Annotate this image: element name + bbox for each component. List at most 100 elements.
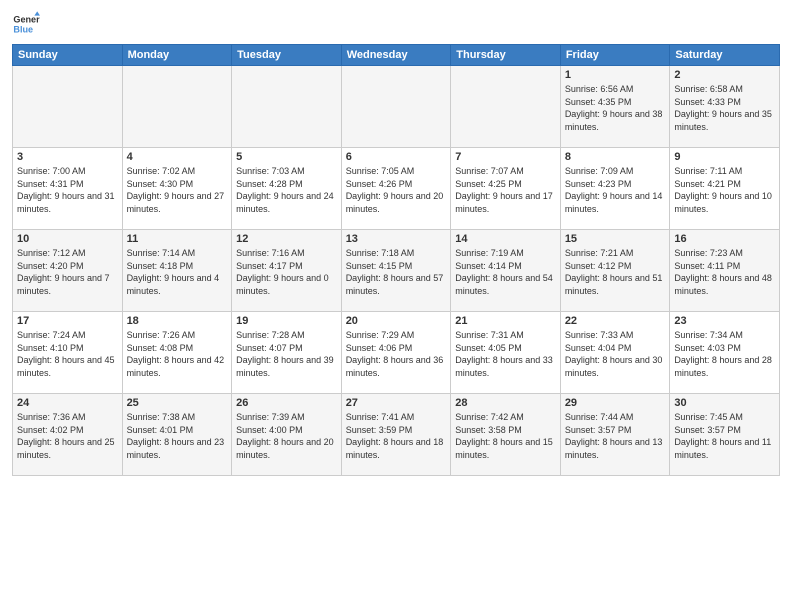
day-number: 7 — [455, 151, 556, 163]
day-number: 10 — [17, 233, 118, 245]
day-info: Sunrise: 7:12 AM Sunset: 4:20 PM Dayligh… — [17, 247, 118, 297]
day-info: Sunrise: 7:14 AM Sunset: 4:18 PM Dayligh… — [127, 247, 228, 297]
calendar-cell: 28 Sunrise: 7:42 AM Sunset: 3:58 PM Dayli… — [451, 394, 561, 476]
day-info: Sunrise: 7:33 AM Sunset: 4:04 PM Dayligh… — [565, 329, 666, 379]
calendar-cell: 12 Sunrise: 7:16 AM Sunset: 4:17 PM Dayli… — [232, 230, 342, 312]
day-info: Sunrise: 7:39 AM Sunset: 4:00 PM Dayligh… — [236, 411, 337, 461]
day-info: Sunrise: 7:18 AM Sunset: 4:15 PM Dayligh… — [346, 247, 447, 297]
weekday-header-saturday: Saturday — [670, 45, 780, 66]
weekday-header-thursday: Thursday — [451, 45, 561, 66]
calendar-cell: 14Sunrise: 7:19 AM Sunset: 4:14 PM Dayli… — [451, 230, 561, 312]
calendar-table: SundayMondayTuesdayWednesdayThursdayFrid… — [12, 44, 780, 476]
day-info: Sunrise: 7:05 AM Sunset: 4:26 PM Dayligh… — [346, 165, 447, 215]
calendar-cell: 5 Sunrise: 7:03 AM Sunset: 4:28 PM Daylig… — [232, 148, 342, 230]
day-info: Sunrise: 7:07 AM Sunset: 4:25 PM Dayligh… — [455, 165, 556, 215]
calendar-cell: 22 Sunrise: 7:33 AM Sunset: 4:04 PM Dayli… — [560, 312, 670, 394]
weekday-header-friday: Friday — [560, 45, 670, 66]
calendar-cell: 8 Sunrise: 7:09 AM Sunset: 4:23 PM Daylig… — [560, 148, 670, 230]
day-info: Sunrise: 7:34 AM Sunset: 4:03 PM Dayligh… — [674, 329, 775, 379]
day-info: Sunrise: 7:36 AM Sunset: 4:02 PM Dayligh… — [17, 411, 118, 461]
calendar-cell: 4 Sunrise: 7:02 AM Sunset: 4:30 PM Daylig… — [122, 148, 232, 230]
day-info: Sunrise: 7:24 AM Sunset: 4:10 PM Dayligh… — [17, 329, 118, 379]
day-info: Sunrise: 6:58 AM Sunset: 4:33 PM Dayligh… — [674, 83, 775, 133]
calendar-cell: 19 Sunrise: 7:28 AM Sunset: 4:07 PM Dayli… — [232, 312, 342, 394]
day-number: 9 — [674, 151, 775, 163]
day-number: 29 — [565, 397, 666, 409]
calendar-cell: 25Sunrise: 7:38 AM Sunset: 4:01 PM Dayli… — [122, 394, 232, 476]
day-number: 14 — [455, 233, 556, 245]
weekday-header-monday: Monday — [122, 45, 232, 66]
calendar-cell: 27Sunrise: 7:41 AM Sunset: 3:59 PM Dayli… — [341, 394, 451, 476]
day-number: 22 — [565, 315, 666, 327]
calendar-cell: 6 Sunrise: 7:05 AM Sunset: 4:26 PM Daylig… — [341, 148, 451, 230]
day-info: Sunrise: 7:00 AM Sunset: 4:31 PM Dayligh… — [17, 165, 118, 215]
day-info: Sunrise: 7:21 AM Sunset: 4:12 PM Dayligh… — [565, 247, 666, 297]
svg-text:Blue: Blue — [13, 24, 33, 34]
calendar-cell: 16Sunrise: 7:23 AM Sunset: 4:11 PM Dayli… — [670, 230, 780, 312]
calendar-header-row: SundayMondayTuesdayWednesdayThursdayFrid… — [13, 45, 780, 66]
day-number: 20 — [346, 315, 447, 327]
header: General Blue — [12, 10, 780, 38]
day-number: 26 — [236, 397, 337, 409]
calendar-cell: 17 Sunrise: 7:24 AM Sunset: 4:10 PM Dayli… — [13, 312, 123, 394]
day-number: 11 — [127, 233, 228, 245]
calendar-cell: 29 Sunrise: 7:44 AM Sunset: 3:57 PM Dayli… — [560, 394, 670, 476]
day-info: Sunrise: 6:56 AM Sunset: 4:35 PM Dayligh… — [565, 83, 666, 133]
calendar-cell: 2Sunrise: 6:58 AM Sunset: 4:33 PM Daylig… — [670, 66, 780, 148]
calendar-week-row: 10 Sunrise: 7:12 AM Sunset: 4:20 PM Dayli… — [13, 230, 780, 312]
day-number: 13 — [346, 233, 447, 245]
day-number: 19 — [236, 315, 337, 327]
day-info: Sunrise: 7:28 AM Sunset: 4:07 PM Dayligh… — [236, 329, 337, 379]
calendar-week-row: 1 Sunrise: 6:56 AM Sunset: 4:35 PM Daylig… — [13, 66, 780, 148]
day-number: 1 — [565, 69, 666, 81]
calendar-cell: 24 Sunrise: 7:36 AM Sunset: 4:02 PM Dayli… — [13, 394, 123, 476]
calendar-week-row: 17 Sunrise: 7:24 AM Sunset: 4:10 PM Dayli… — [13, 312, 780, 394]
calendar-cell — [122, 66, 232, 148]
calendar-week-row: 3 Sunrise: 7:00 AM Sunset: 4:31 PM Daylig… — [13, 148, 780, 230]
calendar-cell: 20 Sunrise: 7:29 AM Sunset: 4:06 PM Dayli… — [341, 312, 451, 394]
calendar-cell — [341, 66, 451, 148]
logo: General Blue — [12, 10, 40, 38]
day-info: Sunrise: 7:45 AM Sunset: 3:57 PM Dayligh… — [674, 411, 775, 461]
day-number: 6 — [346, 151, 447, 163]
day-number: 4 — [127, 151, 228, 163]
day-info: Sunrise: 7:44 AM Sunset: 3:57 PM Dayligh… — [565, 411, 666, 461]
day-number: 3 — [17, 151, 118, 163]
day-info: Sunrise: 7:02 AM Sunset: 4:30 PM Dayligh… — [127, 165, 228, 215]
day-number: 28 — [455, 397, 556, 409]
day-number: 25 — [127, 397, 228, 409]
calendar-cell — [232, 66, 342, 148]
calendar-cell — [13, 66, 123, 148]
day-number: 18 — [127, 315, 228, 327]
day-number: 23 — [674, 315, 775, 327]
calendar-cell: 21Sunrise: 7:31 AM Sunset: 4:05 PM Dayli… — [451, 312, 561, 394]
weekday-header-wednesday: Wednesday — [341, 45, 451, 66]
calendar-cell: 10 Sunrise: 7:12 AM Sunset: 4:20 PM Dayli… — [13, 230, 123, 312]
day-number: 30 — [674, 397, 775, 409]
day-number: 16 — [674, 233, 775, 245]
calendar-cell: 3 Sunrise: 7:00 AM Sunset: 4:31 PM Daylig… — [13, 148, 123, 230]
day-info: Sunrise: 7:09 AM Sunset: 4:23 PM Dayligh… — [565, 165, 666, 215]
day-number: 15 — [565, 233, 666, 245]
page-container: General Blue SundayMondayTuesdayWednesda… — [0, 0, 792, 612]
day-info: Sunrise: 7:03 AM Sunset: 4:28 PM Dayligh… — [236, 165, 337, 215]
logo-icon: General Blue — [12, 10, 40, 38]
day-number: 24 — [17, 397, 118, 409]
day-info: Sunrise: 7:29 AM Sunset: 4:06 PM Dayligh… — [346, 329, 447, 379]
day-number: 27 — [346, 397, 447, 409]
calendar-cell: 18 Sunrise: 7:26 AM Sunset: 4:08 PM Dayli… — [122, 312, 232, 394]
day-number: 8 — [565, 151, 666, 163]
day-number: 17 — [17, 315, 118, 327]
day-info: Sunrise: 7:26 AM Sunset: 4:08 PM Dayligh… — [127, 329, 228, 379]
calendar-cell: 30 Sunrise: 7:45 AM Sunset: 3:57 PM Dayli… — [670, 394, 780, 476]
calendar-cell: 1 Sunrise: 6:56 AM Sunset: 4:35 PM Daylig… — [560, 66, 670, 148]
day-info: Sunrise: 7:11 AM Sunset: 4:21 PM Dayligh… — [674, 165, 775, 215]
calendar-cell: 7 Sunrise: 7:07 AM Sunset: 4:25 PM Daylig… — [451, 148, 561, 230]
day-info: Sunrise: 7:16 AM Sunset: 4:17 PM Dayligh… — [236, 247, 337, 297]
calendar-cell: 26 Sunrise: 7:39 AM Sunset: 4:00 PM Dayli… — [232, 394, 342, 476]
calendar-cell: 11 Sunrise: 7:14 AM Sunset: 4:18 PM Dayli… — [122, 230, 232, 312]
day-number: 21 — [455, 315, 556, 327]
day-info: Sunrise: 7:42 AM Sunset: 3:58 PM Dayligh… — [455, 411, 556, 461]
day-number: 5 — [236, 151, 337, 163]
day-number: 12 — [236, 233, 337, 245]
